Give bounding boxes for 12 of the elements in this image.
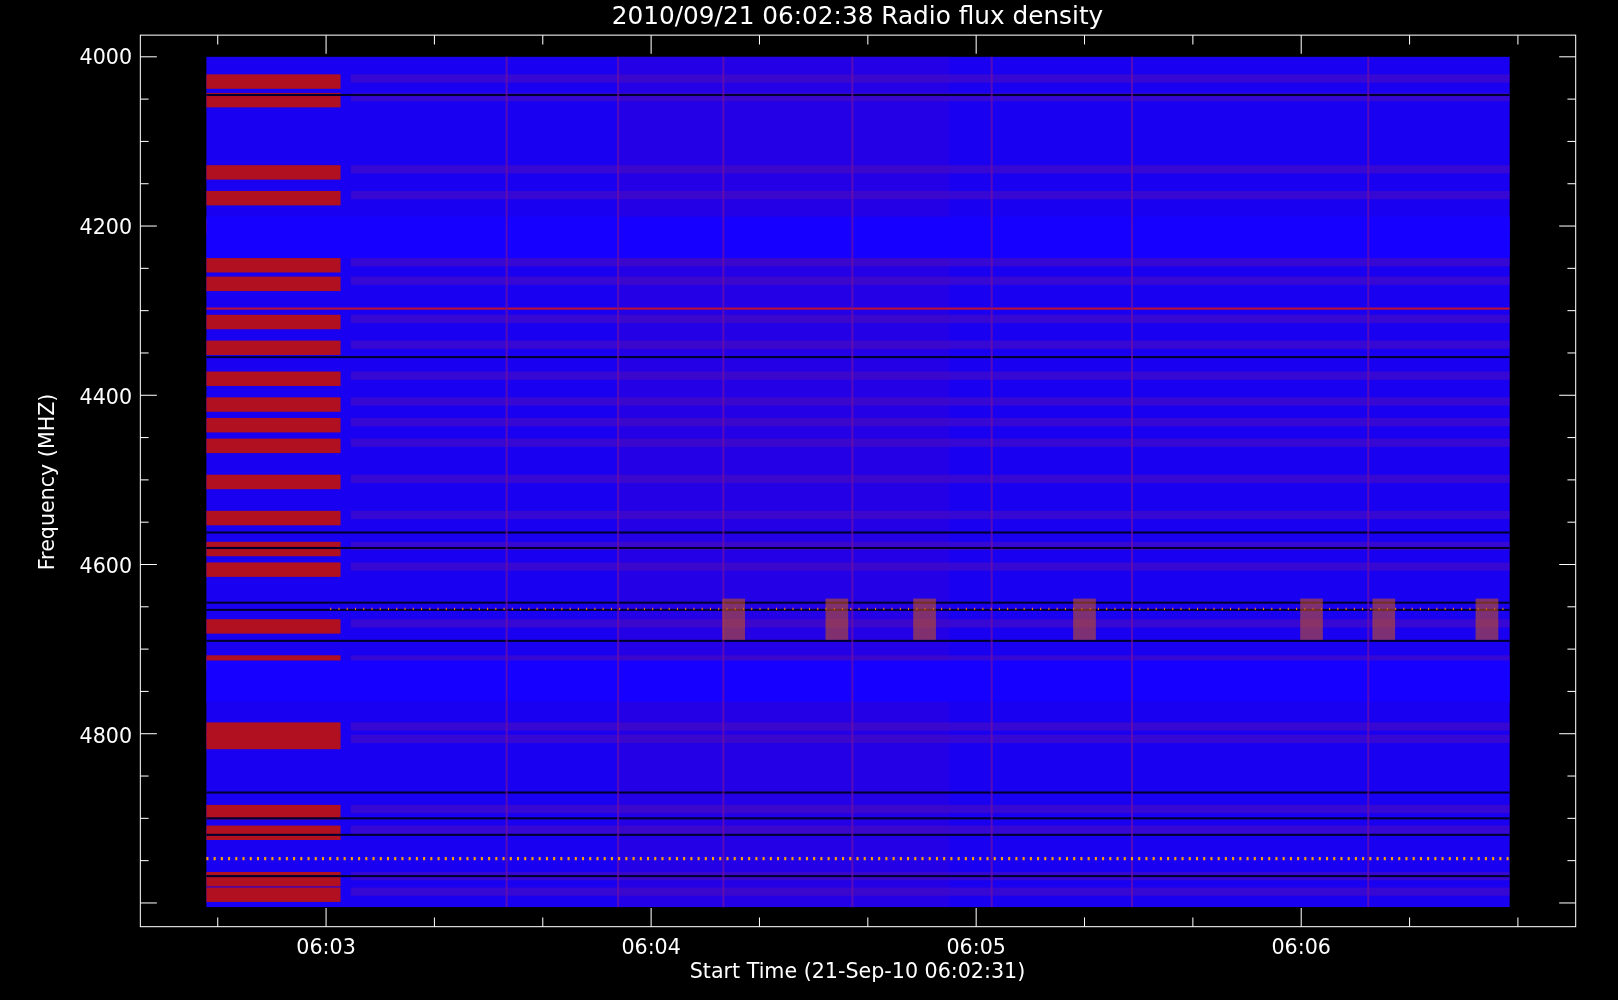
chart-title: 2010/09/21 06:02:38 Radio flux density (611, 0, 1104, 30)
axis-tick-label: 06:03 (296, 934, 356, 959)
axis-tick-label: 06:04 (621, 934, 681, 959)
y-axis-label: Frequency (MHZ) (34, 393, 59, 571)
axis-tick-label: 4000 (79, 45, 133, 70)
axis-tick-label: 4200 (79, 214, 133, 239)
axis-tick-label: 4400 (79, 384, 133, 409)
axis-tick-label: 06:05 (946, 934, 1006, 959)
axis-tick-label: 06:06 (1271, 934, 1331, 959)
axis-tick-label: 4800 (79, 724, 133, 748)
x-axis-label: Start Time (21-Sep-10 06:02:31) (689, 959, 1026, 984)
axis-tick-label: 4600 (79, 554, 133, 579)
